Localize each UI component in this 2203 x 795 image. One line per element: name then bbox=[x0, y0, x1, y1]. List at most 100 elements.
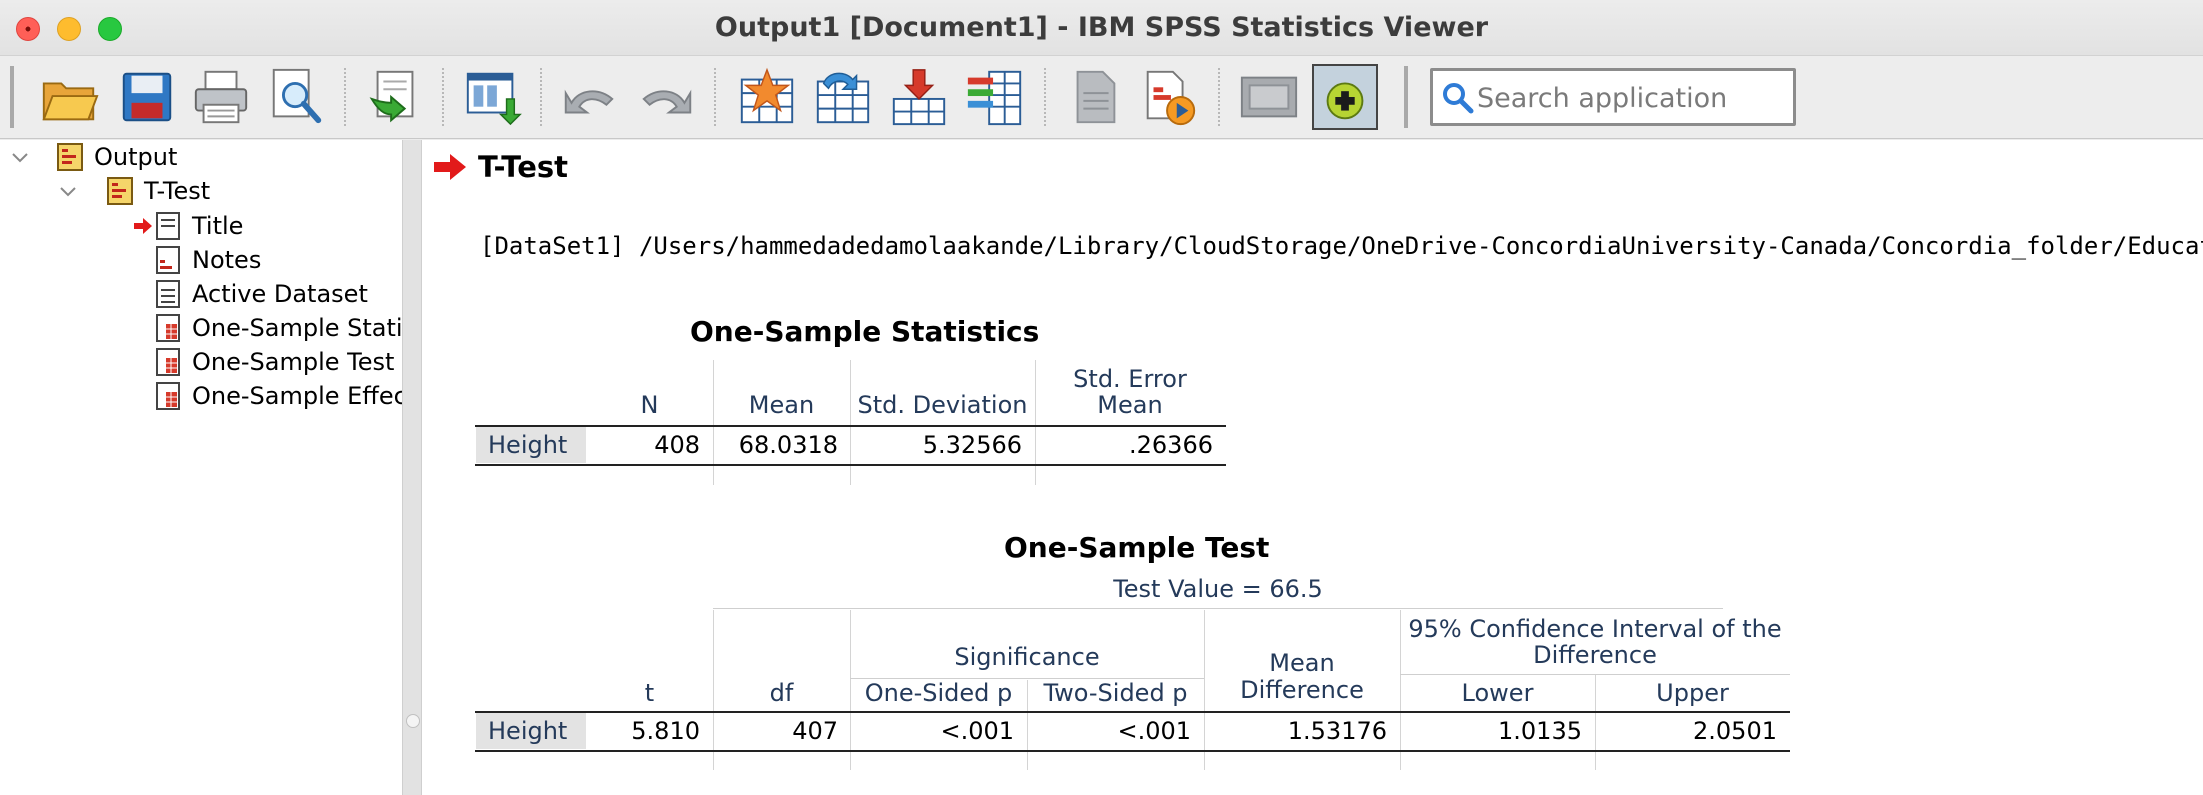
recall-dialog-button[interactable] bbox=[460, 64, 526, 130]
splitter-handle[interactable] bbox=[406, 714, 420, 728]
print-preview-icon bbox=[272, 68, 322, 124]
title-bar: Output1 [Document1] - IBM SPSS Statistic… bbox=[0, 0, 2203, 56]
save-icon bbox=[122, 72, 172, 122]
output-book-icon bbox=[57, 143, 83, 171]
open-button[interactable] bbox=[36, 64, 102, 130]
table-rule bbox=[713, 608, 1723, 609]
chevron-down-icon[interactable] bbox=[58, 182, 78, 202]
hide-button[interactable] bbox=[1236, 64, 1302, 130]
output-content-pane: T-Test [DataSet1] /Users/hammedadedamola… bbox=[422, 140, 2203, 795]
insert-case-icon bbox=[892, 69, 946, 126]
tree-item-label: Output bbox=[94, 143, 178, 171]
redo-icon bbox=[642, 89, 692, 114]
tree-item-notes[interactable]: Notes bbox=[152, 243, 261, 277]
toolbar-separator bbox=[442, 68, 444, 126]
test-value-header: Test Value = 66.5 bbox=[1113, 575, 1323, 603]
column-header-lower: Lower bbox=[1461, 679, 1534, 707]
dataset-path-line: [DataSet1] /Users/hammedadedamolaakande/… bbox=[480, 232, 2203, 260]
column-header-t: t bbox=[644, 679, 655, 707]
cell-two-sided-p: <.001 bbox=[1117, 717, 1191, 745]
tree-item-label: Notes bbox=[192, 246, 262, 274]
table-divider bbox=[713, 360, 714, 485]
variables-button[interactable] bbox=[962, 64, 1028, 130]
column-header-n: N bbox=[640, 391, 659, 419]
search-input[interactable] bbox=[1477, 79, 1787, 117]
export-icon bbox=[369, 70, 414, 123]
toolbar-separator bbox=[714, 68, 716, 126]
toolbar-separator bbox=[1044, 68, 1046, 126]
redo-button[interactable] bbox=[634, 64, 700, 130]
goto-variable-icon bbox=[816, 72, 870, 124]
cell-t: 5.810 bbox=[631, 717, 700, 745]
tree-item-title[interactable]: Title bbox=[152, 209, 243, 243]
tree-item-output[interactable]: Output bbox=[54, 140, 177, 174]
title-page-icon bbox=[156, 212, 180, 240]
toolbar-grip[interactable] bbox=[1404, 66, 1408, 128]
toolbar-separator bbox=[540, 68, 542, 126]
ci-header: 95% Confidence Interval of the bbox=[1408, 615, 1782, 643]
recall-dialog-icon bbox=[466, 72, 522, 126]
cell-one-sided-p: <.001 bbox=[940, 717, 1014, 745]
tree-item-label: T-Test bbox=[144, 177, 211, 205]
toolbar-grip[interactable] bbox=[10, 66, 14, 128]
column-header-mean: Mean bbox=[748, 391, 815, 419]
save-button[interactable] bbox=[114, 64, 180, 130]
column-header-std-error: Std. Error bbox=[1073, 365, 1187, 393]
chevron-down-icon[interactable] bbox=[10, 148, 30, 168]
print-icon bbox=[194, 70, 248, 124]
search-icon bbox=[1443, 83, 1474, 114]
show-output-button[interactable] bbox=[1136, 64, 1202, 130]
cell-upper: 2.0501 bbox=[1693, 717, 1777, 745]
tree-item-one-sample-test[interactable]: One-Sample Test bbox=[152, 345, 394, 379]
test-table-title: One-Sample Test bbox=[1004, 531, 1270, 564]
tree-item-one-sample-statistics[interactable]: One-Sample Statis bbox=[152, 311, 415, 345]
tree-item-label: One-Sample Statis bbox=[192, 314, 416, 342]
pane-splitter[interactable] bbox=[402, 140, 422, 795]
undo-button[interactable] bbox=[556, 64, 622, 130]
hide-icon bbox=[1240, 76, 1298, 118]
significance-header: Significance bbox=[954, 643, 1100, 671]
text-output-button[interactable] bbox=[1062, 64, 1128, 130]
goto-variable-button[interactable] bbox=[810, 64, 876, 130]
table-page-icon bbox=[156, 314, 180, 342]
cell-n: 408 bbox=[654, 431, 700, 459]
row-header-height: Height bbox=[476, 713, 586, 749]
cell-std-deviation: 5.32566 bbox=[922, 431, 1022, 459]
mean-difference-header-2: Difference bbox=[1240, 676, 1364, 704]
table-page-icon bbox=[156, 348, 180, 376]
column-header-df: df bbox=[769, 679, 794, 707]
cell-df: 407 bbox=[792, 717, 838, 745]
column-header-upper: Upper bbox=[1656, 679, 1729, 707]
column-header-two-sided-p: Two-Sided p bbox=[1043, 679, 1188, 707]
selection-arrow-icon bbox=[134, 218, 152, 234]
export-button[interactable] bbox=[362, 64, 428, 130]
tree-item-t-test[interactable]: T-Test bbox=[104, 174, 210, 208]
ci-header-difference: Difference bbox=[1533, 641, 1657, 669]
tree-item-label: One-Sample Test bbox=[192, 348, 395, 376]
table-rule bbox=[475, 750, 1790, 752]
cell-std-error-mean: .26366 bbox=[1129, 431, 1213, 459]
outline-tree: Output T-Test Title Notes Active Dataset bbox=[0, 140, 415, 795]
output-book-icon bbox=[107, 177, 133, 205]
current-item-arrow-icon bbox=[434, 154, 466, 180]
search-box[interactable] bbox=[1430, 68, 1796, 126]
toolbar bbox=[0, 56, 2203, 139]
tree-item-label: One-Sample Effec bbox=[192, 382, 407, 410]
tree-item-one-sample-effect-sizes[interactable]: One-Sample Effec bbox=[152, 379, 407, 413]
mean-difference-header: Mean bbox=[1269, 649, 1335, 677]
print-button[interactable] bbox=[188, 64, 254, 130]
table-rule bbox=[1400, 674, 1790, 675]
stats-table-title: One-Sample Statistics bbox=[690, 315, 1040, 348]
add-button[interactable] bbox=[1312, 64, 1378, 130]
row-header-height: Height bbox=[476, 427, 586, 463]
variables-icon bbox=[967, 70, 1022, 126]
goto-data-button[interactable] bbox=[734, 64, 800, 130]
open-icon bbox=[42, 82, 99, 121]
cell-mean: 68.0318 bbox=[738, 431, 838, 459]
column-header-std-deviation: Std. Deviation bbox=[857, 391, 1028, 419]
table-divider bbox=[850, 360, 851, 485]
insert-case-button[interactable] bbox=[886, 64, 952, 130]
dataset-page-icon bbox=[156, 280, 180, 308]
tree-item-active-dataset[interactable]: Active Dataset bbox=[152, 277, 368, 311]
print-preview-button[interactable] bbox=[264, 64, 330, 130]
